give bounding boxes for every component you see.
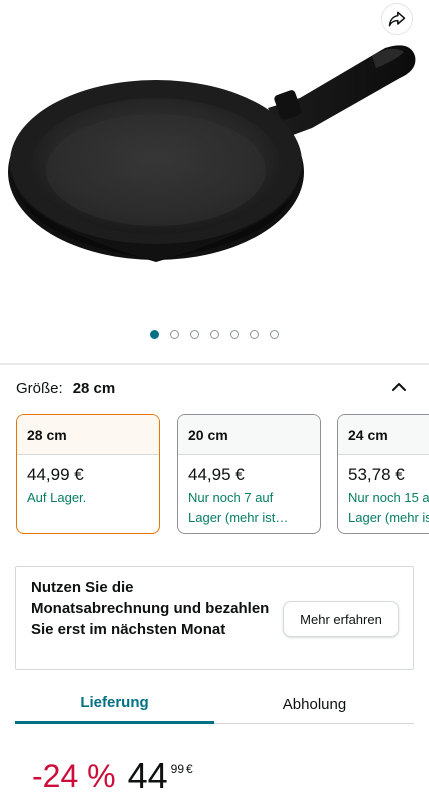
carousel-dot[interactable] [170, 330, 179, 339]
variant-stock: Nur noch 7 auf Lager (mehr ist… [188, 490, 289, 525]
price-currency: € [186, 762, 193, 776]
variant-size: 20 cm [178, 415, 320, 455]
variant-stock: Auf Lager. [27, 490, 87, 505]
delivery-tabs: Lieferung Abholung [15, 684, 414, 724]
size-variant-card[interactable]: 20 cm 44,95 € Nur noch 7 auf Lager (mehr… [177, 414, 321, 534]
variant-price: 44,95 € [188, 465, 245, 484]
selected-size: 28 cm [72, 379, 116, 397]
tab-pickup[interactable]: Abholung [215, 684, 414, 724]
chevron-up-icon[interactable] [391, 379, 407, 395]
share-icon [388, 11, 406, 27]
discount-badge: -24 % [32, 758, 116, 794]
carousel-dot[interactable] [190, 330, 199, 339]
variant-price: 53,78 € [348, 465, 405, 484]
monthly-billing-promo: Nutzen Sie die Monatsabrechnung und beza… [15, 566, 414, 670]
carousel-dot[interactable] [150, 330, 159, 339]
price-block: -24 % 44 99 € [32, 758, 193, 800]
section-divider [0, 363, 429, 365]
frying-pan-image [8, 45, 416, 262]
carousel-dot[interactable] [210, 330, 219, 339]
price-fraction: 99 [170, 762, 184, 776]
size-variant-card[interactable]: 28 cm 44,99 € Auf Lager. [16, 414, 160, 534]
carousel-dot[interactable] [270, 330, 279, 339]
tab-delivery[interactable]: Lieferung [15, 684, 214, 724]
variant-price: 44,99 € [27, 465, 84, 484]
size-variant-card[interactable]: 24 cm 53,78 € Nur noch 15 auf Lager (meh… [337, 414, 429, 534]
size-label: Größe: [16, 379, 63, 397]
size-selector-header[interactable]: Größe: 28 cm [16, 377, 413, 399]
carousel-dot[interactable] [250, 330, 259, 339]
variant-stock: Nur noch 15 auf Lager (mehr ist… [348, 490, 429, 525]
price-whole: 44 [127, 755, 168, 796]
carousel-dot[interactable] [230, 330, 239, 339]
product-image-area[interactable] [0, 0, 429, 362]
promo-text: Nutzen Sie die Monatsabrechnung und beza… [31, 579, 270, 638]
size-variant-list: 28 cm 44,99 € Auf Lager. 20 cm 44,95 € N… [16, 414, 429, 534]
image-carousel-indicator [0, 330, 429, 339]
learn-more-button[interactable]: Mehr erfahren [283, 601, 399, 637]
variant-size: 24 cm [338, 415, 429, 455]
variant-size: 28 cm [17, 415, 159, 455]
